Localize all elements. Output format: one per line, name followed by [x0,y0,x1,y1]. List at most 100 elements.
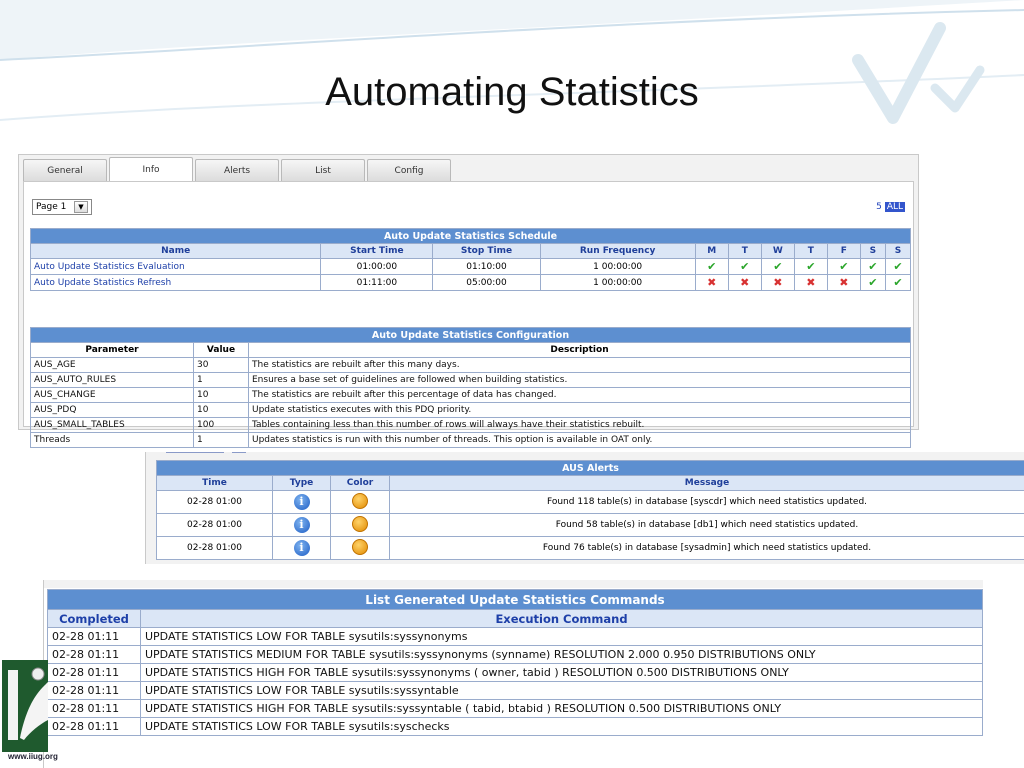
tab-general[interactable]: General [23,159,107,181]
description-cell: Ensures a base set of guidelines are fol… [248,372,911,388]
tab-config[interactable]: Config [367,159,451,181]
divider [232,452,246,453]
start-time-cell: 01:11:00 [320,274,434,291]
show-all-link[interactable]: ALL [884,202,905,212]
run-frequency-cell: 1 00:00:00 [539,258,696,275]
col-day-m: M [694,243,729,259]
schedule-name-link[interactable]: Auto Update Statistics Refresh [29,274,322,291]
completed-cell: 02-28 01:11 [47,717,141,736]
check-icon: ✔ [839,260,849,273]
table-row: Threads 1 Updates statistics is run with… [30,432,911,448]
cross-icon: ✖ [806,276,816,289]
table-row: 02-28 01:11 UPDATE STATISTICS HIGH FOR T… [47,699,983,718]
parameter-cell: AUS_AGE [30,357,194,373]
col-day-f: F [826,243,861,259]
info-icon: i [293,494,310,510]
col-parameter: Parameter [30,342,194,358]
table-row: 02-28 01:00 i Found 118 table(s) in data… [156,490,1024,514]
time-cell: 02-28 01:00 [156,490,273,514]
orange-dot-icon [352,492,368,509]
schedule-name-link[interactable]: Auto Update Statistics Evaluation [29,258,322,275]
orange-dot-icon [352,538,368,555]
schedule-table: Auto Update Statistics Schedule Name Sta… [29,228,912,291]
completed-cell: 02-28 01:11 [47,627,141,646]
tab-alerts[interactable]: Alerts [195,159,279,181]
time-cell: 02-28 01:00 [156,513,273,537]
parameter-cell: AUS_AUTO_RULES [30,372,194,388]
time-cell: 02-28 01:00 [156,536,273,560]
table-row: Auto Update Statistics Evaluation 01:00:… [29,258,912,275]
orange-dot-icon [352,515,368,532]
check-icon: ✔ [893,260,903,273]
table-row: 02-28 01:00 i Found 58 table(s) in datab… [156,513,1024,537]
col-execution-command: Execution Command [140,609,983,628]
table-row: AUS_CHANGE 10 The statistics are rebuilt… [30,387,911,403]
table-row: 02-28 01:11 UPDATE STATISTICS LOW FOR TA… [47,681,983,700]
col-day-w: W [760,243,795,259]
col-day-t: T [727,243,762,259]
cross-icon: ✖ [707,276,717,289]
table-row: AUS_PDQ 10 Update statistics executes wi… [30,402,911,418]
alerts-table: AUS Alerts Time Type Color Message 02-28… [156,460,1024,560]
divider [166,452,224,453]
description-cell: Update statistics executes with this PDQ… [248,402,911,418]
table-row: 02-28 01:11 UPDATE STATISTICS LOW FOR TA… [47,717,983,736]
value-cell: 10 [193,402,249,418]
footer-logo-text: www.iiug.org [8,752,58,761]
start-time-cell: 01:00:00 [320,258,434,275]
cross-icon: ✖ [773,276,783,289]
col-stop-time: Stop Time [432,243,541,259]
panel-shade [44,580,983,588]
col-name: Name [29,243,322,259]
cross-icon: ✖ [839,276,849,289]
check-icon: ✔ [806,260,816,273]
command-cell: UPDATE STATISTICS HIGH FOR TABLE sysutil… [140,663,983,682]
info-icon: i [293,540,310,556]
description-cell: Tables containing less than this number … [248,417,911,433]
col-message: Message [389,475,1024,491]
description-cell: The statistics are rebuilt after this ma… [248,357,911,373]
parameter-cell: Threads [30,432,194,448]
table-row: Auto Update Statistics Refresh 01:11:00 … [29,274,912,291]
info-content: Page 1 ▼ 5 ALL Auto Update Statistics Sch… [23,181,914,448]
tab-list[interactable]: List [281,159,365,181]
cross-icon: ✖ [740,276,750,289]
parameter-cell: AUS_PDQ [30,402,194,418]
tab-info[interactable]: Info [109,157,193,181]
table-row: 02-28 01:11 UPDATE STATISTICS HIGH FOR T… [47,663,983,682]
row-count: 5 ALL [876,202,905,212]
col-start-time: Start Time [320,243,434,259]
check-icon: ✔ [893,276,903,289]
schedule-caption: Auto Update Statistics Schedule [30,228,911,244]
col-completed: Completed [47,609,141,628]
stop-time-cell: 05:00:00 [432,274,541,291]
table-row: AUS_AGE 30 The statistics are rebuilt af… [30,357,911,373]
slide-title: Automating Statistics [325,70,699,114]
commands-panel: List Generated Update Statistics Command… [43,580,1024,768]
command-cell: UPDATE STATISTICS LOW FOR TABLE sysutils… [140,627,983,646]
page-select[interactable]: Page 1 ▼ [32,199,92,215]
check-icon: ✔ [740,260,750,273]
description-cell: The statistics are rebuilt after this pe… [248,387,911,403]
commands-table: List Generated Update Statistics Command… [47,589,983,736]
commands-caption: List Generated Update Statistics Command… [47,589,983,610]
info-icon: i [293,517,310,533]
description-cell: Updates statistics is run with this numb… [248,432,911,448]
col-day-t2: T [793,243,828,259]
value-cell: 30 [193,357,249,373]
col-day-s: S [859,243,886,259]
run-frequency-cell: 1 00:00:00 [539,274,696,291]
col-value: Value [193,342,249,358]
table-row: 02-28 01:11 UPDATE STATISTICS MEDIUM FOR… [47,645,983,664]
command-cell: UPDATE STATISTICS LOW FOR TABLE sysutils… [140,717,983,736]
check-icon: ✔ [707,260,717,273]
col-color: Color [330,475,390,491]
value-cell: 1 [193,432,249,448]
col-type: Type [272,475,331,491]
col-time: Time [156,475,273,491]
col-run-frequency: Run Frequency [539,243,696,259]
message-cell: Found 58 table(s) in database [db1] whic… [389,513,1024,537]
table-row: AUS_SMALL_TABLES 100 Tables containing l… [30,417,911,433]
chevron-down-icon[interactable]: ▼ [74,201,88,213]
row-count-value: 5 [876,202,882,212]
